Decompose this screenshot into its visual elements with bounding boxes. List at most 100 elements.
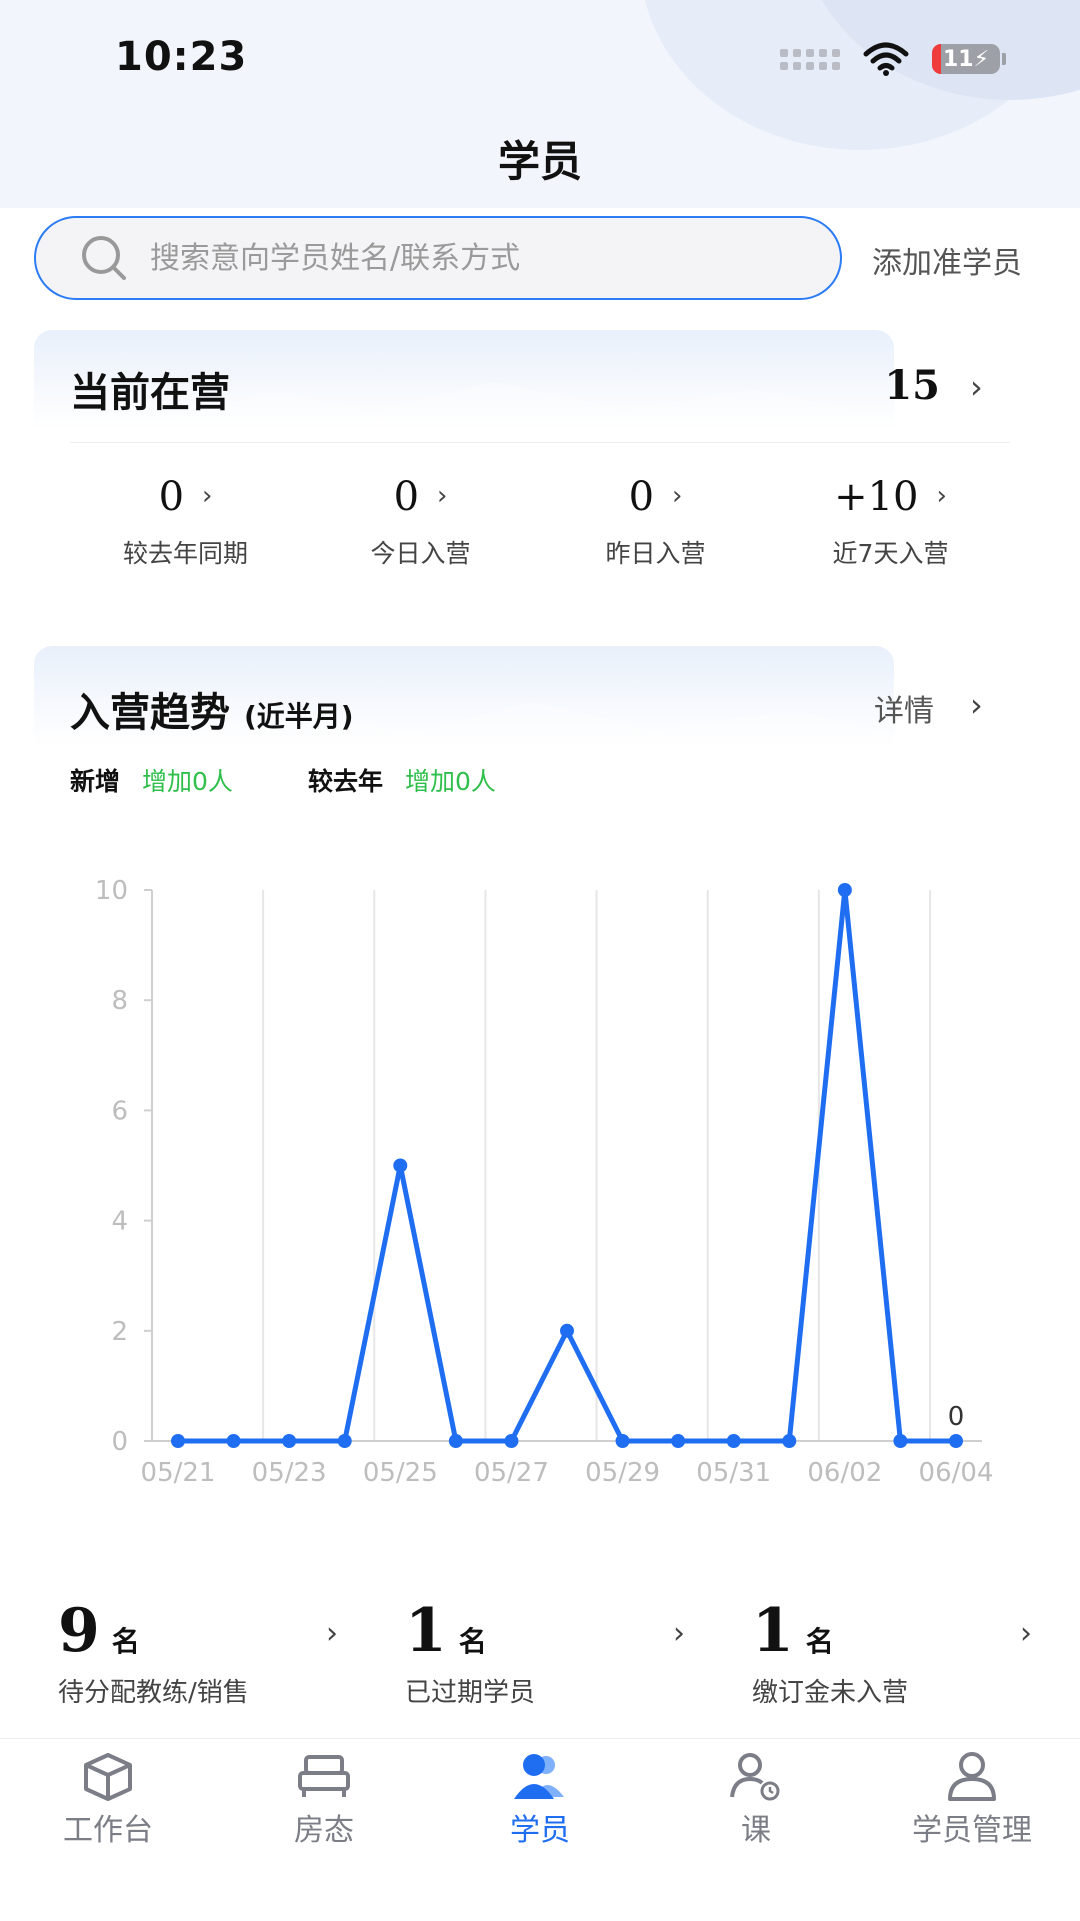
y-tick-label: 6 (111, 1096, 128, 1126)
data-point (448, 1434, 463, 1448)
new-label: 新增 (70, 767, 121, 796)
data-point (615, 1434, 630, 1448)
summary-unit: 名 (805, 1625, 834, 1658)
tab-label: 学员管理 (912, 1813, 1032, 1848)
data-point (560, 1323, 574, 1338)
search-icon (82, 236, 126, 280)
battery-tip (1002, 53, 1006, 65)
summary-num: 1 (752, 1596, 794, 1666)
chevron-right-icon: › (672, 481, 683, 511)
trend-detail-link[interactable]: 详情 (874, 686, 934, 730)
chevron-right-icon: › (202, 481, 213, 511)
current-total[interactable]: 15 (884, 362, 940, 409)
data-point (782, 1434, 797, 1448)
chevron-right-icon[interactable]: › (970, 368, 983, 406)
summary-label: 已过期学员 (405, 1678, 536, 1708)
stat-label: 近7天入营 (832, 539, 949, 568)
stat-yoy[interactable]: 0 › 较去年同期 (68, 474, 303, 570)
x-tick-label: 05/27 (474, 1458, 549, 1488)
battery-level: 11 (942, 46, 974, 72)
add-prospect-link[interactable]: 添加准学员 (872, 238, 1022, 282)
x-tick-label: 05/23 (252, 1458, 327, 1488)
trend-title: 入营趋势 (近半月) (70, 680, 354, 738)
stat-7days[interactable]: +10 › 近7天入营 (773, 474, 1008, 570)
data-point (837, 883, 852, 897)
divider (70, 442, 1010, 443)
bed-icon (298, 1755, 350, 1797)
data-point (893, 1434, 908, 1448)
data-point (282, 1434, 297, 1448)
trend-subtitle: (近半月) (243, 700, 354, 733)
stat-yesterday[interactable]: 0 › 昨日入营 (538, 474, 773, 570)
x-tick-label: 05/25 (363, 1458, 438, 1488)
new-summary: 新增 增加0人 (70, 762, 233, 798)
tab-label: 学员 (510, 1813, 570, 1848)
y-tick-label: 4 (111, 1207, 128, 1237)
tab-class[interactable]: 课 (648, 1751, 864, 1849)
tab-students[interactable]: 学员 (432, 1751, 648, 1849)
x-tick-label: 06/04 (919, 1458, 994, 1488)
data-point (726, 1434, 741, 1448)
x-tick-label: 05/21 (141, 1458, 216, 1488)
trend-title-text: 入营趋势 (70, 690, 230, 736)
summary-label: 缴订金未入营 (752, 1678, 909, 1708)
search-box[interactable] (34, 216, 842, 300)
stat-value: 0 (393, 474, 420, 520)
chevron-right-icon: › (326, 1616, 338, 1651)
status-time: 10:23 (115, 34, 248, 80)
tab-label: 工作台 (63, 1813, 153, 1848)
tab-label: 课 (741, 1813, 771, 1848)
stat-label: 今日入营 (370, 539, 471, 568)
chevron-right-icon: › (673, 1616, 685, 1651)
new-value: 增加0人 (142, 767, 233, 796)
data-label: 0 (948, 1402, 965, 1432)
tab-workbench[interactable]: 工作台 (0, 1751, 216, 1849)
data-point (504, 1434, 519, 1448)
tab-label: 房态 (294, 1813, 354, 1848)
tab-room-status[interactable]: 房态 (216, 1751, 432, 1849)
chevron-right-icon: › (437, 481, 448, 511)
series-line (178, 889, 956, 1444)
summary-expired[interactable]: 1名 已过期学员 › (405, 1596, 725, 1709)
data-point (671, 1434, 686, 1448)
data-point (949, 1434, 963, 1448)
chevron-right-icon: › (1020, 1616, 1032, 1651)
stat-value: 0 (158, 474, 185, 520)
summary-unassigned[interactable]: 9名 待分配教练/销售 › (58, 1596, 378, 1709)
data-point (171, 1434, 185, 1448)
current-title: 当前在营 (70, 370, 230, 416)
stat-value: +10 (834, 474, 919, 520)
search-input[interactable] (148, 239, 792, 277)
y-tick-label: 2 (111, 1317, 128, 1347)
chevron-right-icon: › (936, 481, 947, 511)
user-clock-icon (730, 1753, 780, 1801)
stat-today[interactable]: 0 › 今日入营 (303, 474, 538, 570)
y-tick-label: 10 (95, 876, 128, 906)
status-icons: 11 ⚡ (780, 42, 1006, 76)
x-tick-label: 05/29 (585, 1458, 660, 1488)
summary-deposit[interactable]: 1名 缴订金未入营 › (752, 1596, 1072, 1709)
summary-num: 1 (405, 1596, 447, 1666)
data-point (226, 1434, 241, 1448)
x-tick-label: 05/31 (696, 1458, 771, 1488)
summary-label: 待分配教练/销售 (58, 1678, 249, 1708)
chevron-right-icon[interactable]: › (970, 686, 983, 724)
summary-num: 9 (58, 1596, 100, 1666)
cube-icon (84, 1753, 132, 1801)
y-tick-label: 0 (111, 1427, 128, 1457)
wifi-icon (863, 42, 909, 76)
stat-value: 0 (628, 474, 655, 520)
charging-bolt-icon: ⚡ (973, 46, 990, 72)
tab-student-management[interactable]: 学员管理 (864, 1751, 1080, 1849)
battery-icon: 11 ⚡ (932, 44, 1000, 74)
mountain-decor (154, 382, 914, 422)
data-point (337, 1434, 352, 1448)
bottom-tab-bar: 工作台 房态 学员 课 学员管理 (0, 1738, 1080, 1921)
y-tick-label: 8 (111, 986, 128, 1016)
signal-icon (780, 48, 840, 70)
summary-unit: 名 (458, 1625, 487, 1658)
data-point (393, 1158, 408, 1173)
user-icon (948, 1752, 996, 1801)
summary-unit: 名 (111, 1625, 140, 1658)
x-tick-label: 06/02 (807, 1458, 882, 1488)
